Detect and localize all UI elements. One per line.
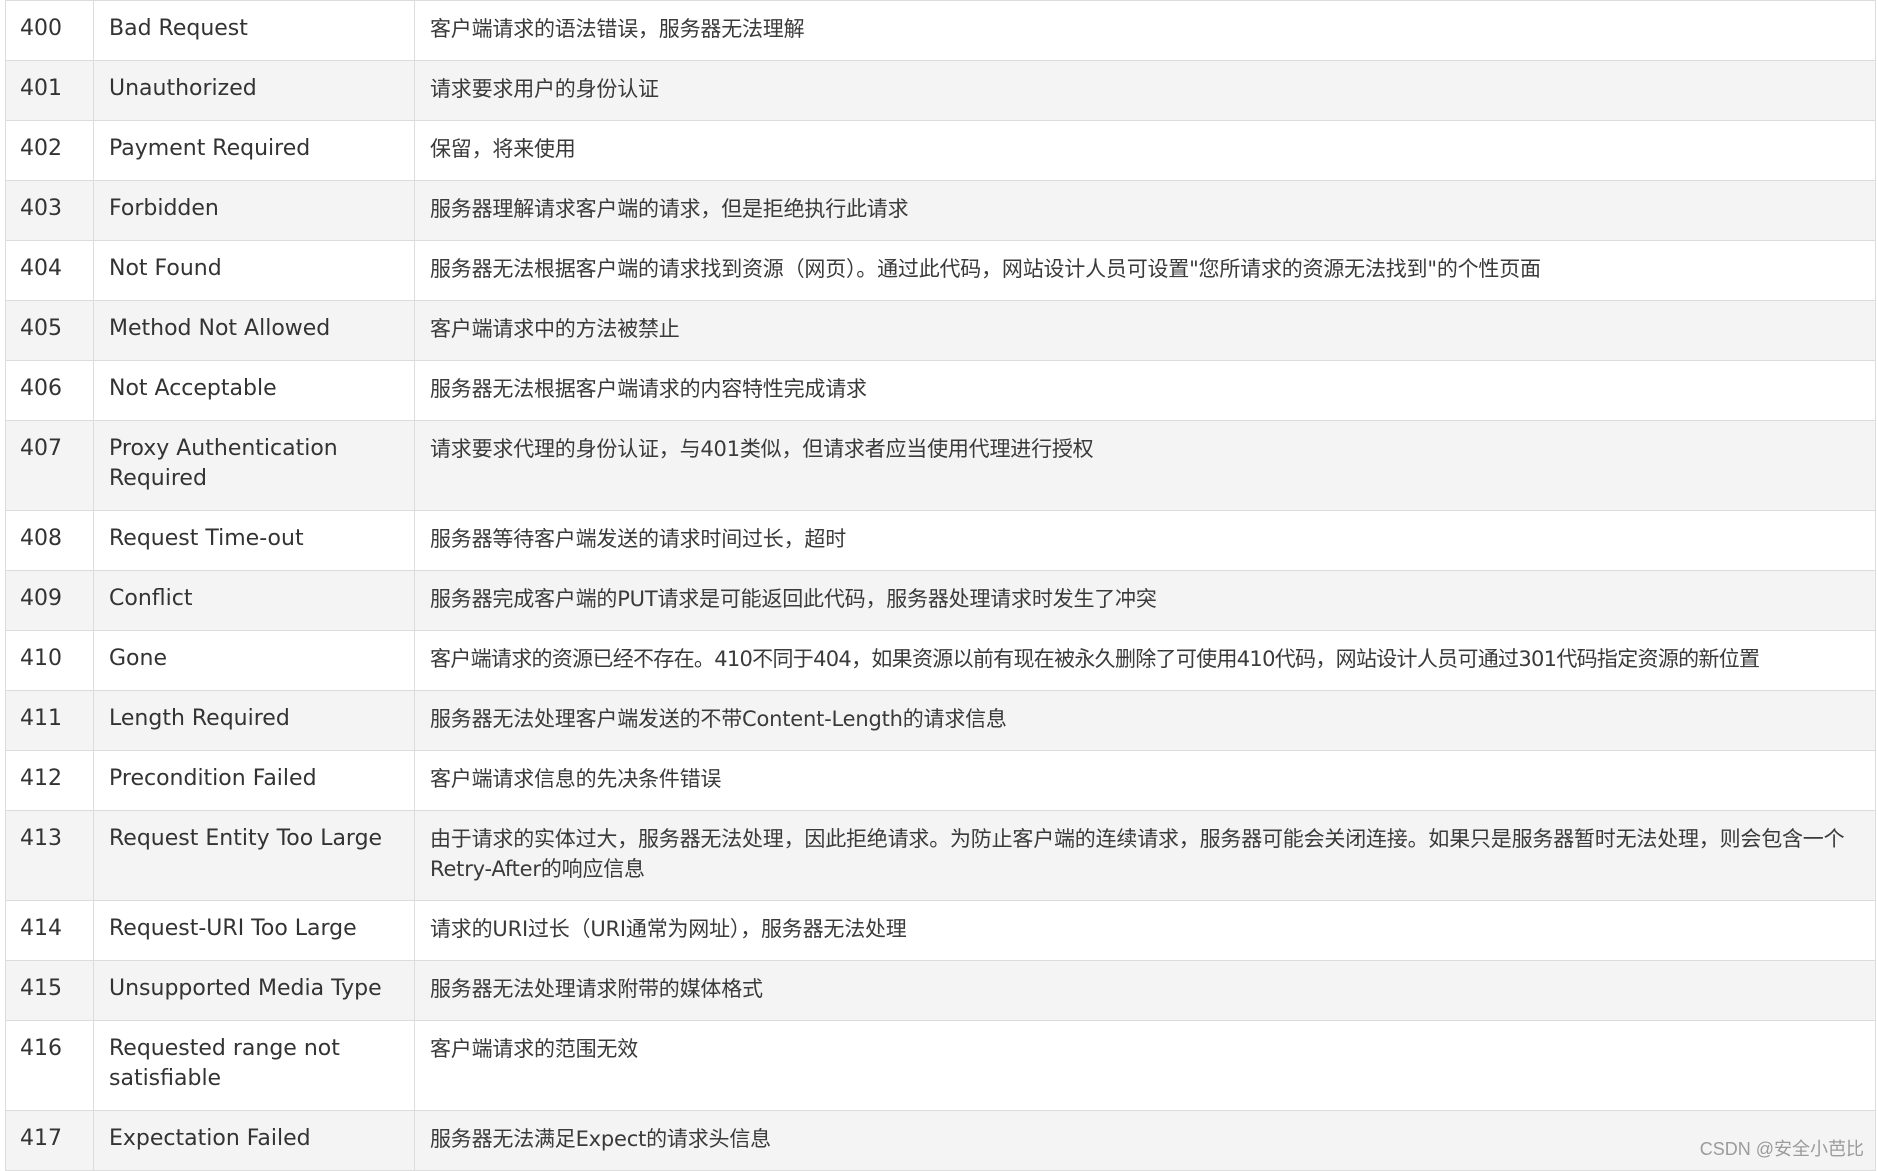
status-code: 405: [5, 300, 94, 361]
http-status-table: 400 Bad Request 客户端请求的语法错误，服务器无法理解 401 U…: [5, 0, 1876, 1171]
status-code: 408: [5, 510, 94, 571]
status-description: 服务器等待客户端发送的请求时间过长，超时: [414, 510, 1876, 571]
status-message: Unsupported Media Type: [93, 960, 415, 1021]
status-message: Request Time-out: [93, 510, 415, 571]
status-description: 请求的URI过长（URI通常为网址），服务器无法处理: [414, 900, 1876, 961]
status-code: 413: [5, 810, 94, 901]
table-row: 412 Precondition Failed 客户端请求信息的先决条件错误: [5, 750, 1876, 811]
status-code: 406: [5, 360, 94, 421]
status-message: Unauthorized: [93, 60, 415, 121]
status-code: 409: [5, 570, 94, 631]
table-row: 400 Bad Request 客户端请求的语法错误，服务器无法理解: [5, 0, 1876, 61]
status-code: 414: [5, 900, 94, 961]
table-row: 413 Request Entity Too Large 由于请求的实体过大，服…: [5, 810, 1876, 901]
status-message: Request-URI Too Large: [93, 900, 415, 961]
status-message: Length Required: [93, 690, 415, 751]
status-code: 416: [5, 1020, 94, 1111]
status-description: 保留，将来使用: [414, 120, 1876, 181]
status-description: 服务器完成客户端的PUT请求是可能返回此代码，服务器处理请求时发生了冲突: [414, 570, 1876, 631]
status-description: 服务器无法处理客户端发送的不带Content-Length的请求信息: [414, 690, 1876, 751]
status-code: 410: [5, 630, 94, 691]
status-code: 411: [5, 690, 94, 751]
table-row: 416 Requested range not satisfiable 客户端请…: [5, 1020, 1876, 1111]
status-description: 客户端请求信息的先决条件错误: [414, 750, 1876, 811]
status-message: Precondition Failed: [93, 750, 415, 811]
status-code: 415: [5, 960, 94, 1021]
status-message: Proxy Authentication Required: [93, 420, 415, 511]
table-row: 417 Expectation Failed 服务器无法满足Expect的请求头…: [5, 1110, 1876, 1171]
table-row: 411 Length Required 服务器无法处理客户端发送的不带Conte…: [5, 690, 1876, 751]
status-code: 400: [5, 0, 94, 61]
table-row: 415 Unsupported Media Type 服务器无法处理请求附带的媒…: [5, 960, 1876, 1021]
status-code: 403: [5, 180, 94, 241]
status-code: 407: [5, 420, 94, 511]
status-description: 请求要求代理的身份认证，与401类似，但请求者应当使用代理进行授权: [414, 420, 1876, 511]
table-row: 406 Not Acceptable 服务器无法根据客户端请求的内容特性完成请求: [5, 360, 1876, 421]
table-row: 403 Forbidden 服务器理解请求客户端的请求，但是拒绝执行此请求: [5, 180, 1876, 241]
status-message: Requested range not satisfiable: [93, 1020, 415, 1111]
table-row: 404 Not Found 服务器无法根据客户端的请求找到资源（网页）。通过此代…: [5, 240, 1876, 301]
status-code: 404: [5, 240, 94, 301]
status-code: 402: [5, 120, 94, 181]
table-row: 414 Request-URI Too Large 请求的URI过长（URI通常…: [5, 900, 1876, 961]
status-message: Expectation Failed: [93, 1110, 415, 1171]
table-row: 405 Method Not Allowed 客户端请求中的方法被禁止: [5, 300, 1876, 361]
status-description: 服务器理解请求客户端的请求，但是拒绝执行此请求: [414, 180, 1876, 241]
status-description: 客户端请求中的方法被禁止: [414, 300, 1876, 361]
status-message: Gone: [93, 630, 415, 691]
status-message: Forbidden: [93, 180, 415, 241]
table-row: 409 Conflict 服务器完成客户端的PUT请求是可能返回此代码，服务器处…: [5, 570, 1876, 631]
status-message: Method Not Allowed: [93, 300, 415, 361]
status-message: Bad Request: [93, 0, 415, 61]
status-code: 417: [5, 1110, 94, 1171]
status-description: 请求要求用户的身份认证: [414, 60, 1876, 121]
table-row: 410 Gone 客户端请求的资源已经不存在。410不同于404，如果资源以前有…: [5, 630, 1876, 691]
status-description: 客户端请求的范围无效: [414, 1020, 1876, 1111]
status-description: 由于请求的实体过大，服务器无法处理，因此拒绝请求。为防止客户端的连续请求，服务器…: [414, 810, 1876, 901]
status-description: 服务器无法满足Expect的请求头信息: [414, 1110, 1876, 1171]
status-description: 客户端请求的资源已经不存在。410不同于404，如果资源以前有现在被永久删除了可…: [414, 630, 1876, 691]
table-row: 401 Unauthorized 请求要求用户的身份认证: [5, 60, 1876, 121]
status-description: 服务器无法处理请求附带的媒体格式: [414, 960, 1876, 1021]
status-message: Not Acceptable: [93, 360, 415, 421]
watermark: CSDN @安全小芭比: [1699, 1139, 1864, 1159]
status-code: 412: [5, 750, 94, 811]
status-message: Conflict: [93, 570, 415, 631]
status-message: Payment Required: [93, 120, 415, 181]
status-description: 客户端请求的语法错误，服务器无法理解: [414, 0, 1876, 61]
status-description: 服务器无法根据客户端请求的内容特性完成请求: [414, 360, 1876, 421]
status-description: 服务器无法根据客户端的请求找到资源（网页）。通过此代码，网站设计人员可设置"您所…: [414, 240, 1876, 301]
status-message: Not Found: [93, 240, 415, 301]
table-row: 407 Proxy Authentication Required 请求要求代理…: [5, 420, 1876, 511]
status-message: Request Entity Too Large: [93, 810, 415, 901]
status-code: 401: [5, 60, 94, 121]
table-row: 408 Request Time-out 服务器等待客户端发送的请求时间过长，超…: [5, 510, 1876, 571]
table-row: 402 Payment Required 保留，将来使用: [5, 120, 1876, 181]
